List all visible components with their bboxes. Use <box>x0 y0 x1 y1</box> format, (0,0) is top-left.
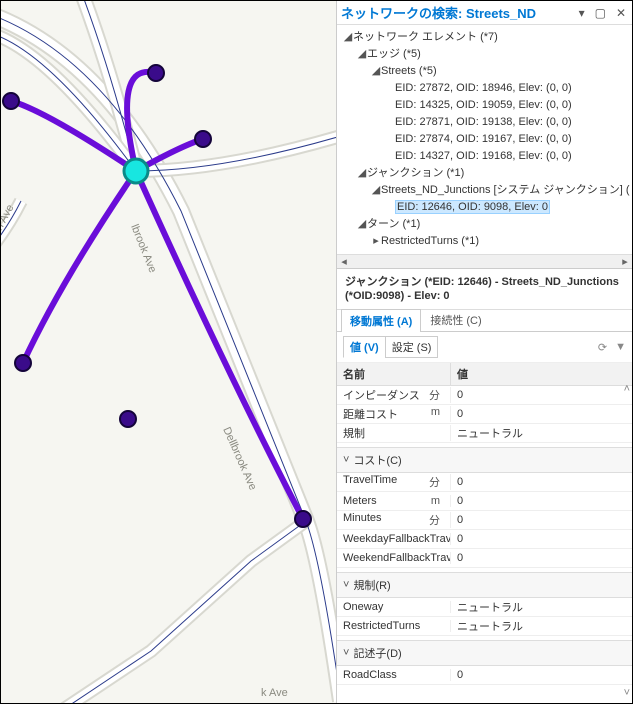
property-row[interactable]: RestrictedTurns ニュートラル <box>337 617 632 636</box>
tree-streets[interactable]: ◢Streets (*5) <box>343 63 632 80</box>
property-value[interactable]: ニュートラル <box>451 618 632 634</box>
col-header-value[interactable]: 値 <box>451 363 632 385</box>
panel-header: ネットワークの検索: Streets_ND ▾ ▢ ✕ <box>337 1 632 25</box>
subtab-settings[interactable]: 設定 (S) <box>385 336 439 358</box>
tree-junction-layer[interactable]: ◢Streets_ND_Junctions [システム ジャンクション] ( <box>343 182 632 199</box>
property-unit <box>440 669 444 681</box>
filter-icon[interactable]: ▼ <box>615 341 626 354</box>
network-elements-tree[interactable]: ◢ネットワーク エレメント (*7) ◢エッジ (*5) ◢Streets (*… <box>337 25 632 254</box>
property-unit: m <box>431 495 444 507</box>
property-row[interactable]: 規制 ニュートラル <box>337 424 632 443</box>
tree-street-row[interactable]: EID: 14325, OID: 19059, Elev: (0, 0) <box>343 97 632 114</box>
property-value[interactable]: 0 <box>451 552 632 564</box>
property-name: RestrictedTurns <box>343 620 420 632</box>
property-value[interactable]: ニュートラル <box>451 599 632 615</box>
chevron-down-icon: ˅ <box>343 579 349 591</box>
property-name: 規制 <box>343 425 365 441</box>
property-value[interactable]: 0 <box>451 669 632 681</box>
property-value[interactable]: 0 <box>451 514 632 526</box>
property-unit: 分 <box>429 474 444 490</box>
property-row[interactable]: Meters m0 <box>337 492 632 511</box>
property-group-header[interactable]: ˅記述子(D) <box>337 640 632 666</box>
properties-grid[interactable]: ˄ 名前 値 インピーダンス分0距離コストm0規制ニュートラル˅コスト(C)Tr… <box>337 363 632 703</box>
property-value[interactable]: 0 <box>451 408 632 420</box>
panel-title: ネットワークの検索: Streets_ND <box>341 3 577 22</box>
tree-root[interactable]: ◢ネットワーク エレメント (*7) <box>343 29 632 46</box>
map-canvas[interactable]: lbrook Ave Dellbrook Ave n Ave k Ave <box>1 1 336 703</box>
property-unit <box>440 601 444 613</box>
property-name: Minutes <box>343 512 382 528</box>
property-name: TravelTime <box>343 474 397 490</box>
scroll-up-icon[interactable]: ˄ <box>624 383 630 395</box>
property-unit: 分 <box>429 387 444 403</box>
property-row[interactable]: インピーダンス分0 <box>337 386 632 405</box>
chevron-down-icon: ˅ <box>343 454 349 466</box>
property-group-header[interactable]: ˅コスト(C) <box>337 447 632 473</box>
tab-attributes[interactable]: 移動属性 (A) <box>341 309 421 332</box>
street-label: k Ave <box>261 687 288 699</box>
tree-turns-group[interactable]: ◢ターン (*1) <box>343 216 632 233</box>
property-group-header[interactable]: ˅規制(R) <box>337 572 632 598</box>
map-svg: lbrook Ave Dellbrook Ave n Ave k Ave <box>1 1 336 703</box>
property-value[interactable]: 0 <box>451 495 632 507</box>
tree-street-row[interactable]: EID: 27872, OID: 18946, Elev: (0, 0) <box>343 80 632 97</box>
close-icon[interactable]: ✕ <box>614 6 628 20</box>
refresh-icon[interactable]: ⟳ <box>598 341 607 354</box>
property-value[interactable]: 0 <box>451 476 632 488</box>
property-row[interactable]: TravelTime 分0 <box>337 473 632 492</box>
property-value[interactable]: ニュートラル <box>451 425 632 441</box>
street-label: Dellbrook Ave <box>220 425 258 492</box>
tree-street-row[interactable]: EID: 27871, OID: 19138, Elev: (0, 0) <box>343 114 632 131</box>
tree-junction-row-selected[interactable]: EID: 12646, OID: 9098, Elev: 0 <box>343 199 632 216</box>
subtab-values[interactable]: 値 (V) <box>343 336 386 358</box>
property-unit <box>440 425 444 441</box>
tree-street-row[interactable]: EID: 14327, OID: 19168, Elev: (0, 0) <box>343 148 632 165</box>
scroll-down-icon[interactable]: ˅ <box>624 687 630 699</box>
dropdown-icon[interactable]: ▾ <box>577 6 587 20</box>
property-row[interactable]: 距離コスト m0 <box>337 405 632 424</box>
property-name: インピーダンス <box>343 387 420 403</box>
property-row[interactable]: Minutes 分0 <box>337 511 632 530</box>
detail-tabs: 移動属性 (A) 接続性 (C) <box>337 310 632 332</box>
tree-turns-layer[interactable]: ▸RestrictedTurns (*1) <box>343 233 632 250</box>
col-header-name[interactable]: 名前 <box>337 363 451 385</box>
property-unit: m <box>431 406 444 422</box>
property-value[interactable]: 0 <box>451 533 632 545</box>
tab-connectivity[interactable]: 接続性 (C) <box>421 308 490 331</box>
property-name: RoadClass <box>343 669 397 681</box>
street-label: lbrook Ave <box>128 223 158 275</box>
property-row[interactable]: RoadClass 0 <box>337 666 632 685</box>
chevron-down-icon: ˅ <box>343 647 349 659</box>
tree-junctions-group[interactable]: ◢ジャンクション (*1) <box>343 165 632 182</box>
property-row[interactable]: WeekendFallbackTravelT0 <box>337 549 632 568</box>
tree-street-row[interactable]: EID: 27874, OID: 19167, Elev: (0, 0) <box>343 131 632 148</box>
property-row[interactable]: WeekdayFallbackTravelT0 <box>337 530 632 549</box>
scroll-right-icon[interactable]: ▸ <box>618 255 632 268</box>
scroll-left-icon[interactable]: ◂ <box>337 255 351 268</box>
property-value[interactable]: 0 <box>451 389 632 401</box>
property-row[interactable]: Oneway ニュートラル <box>337 598 632 617</box>
property-unit <box>440 620 444 632</box>
property-name: WeekdayFallbackTravelT <box>343 533 451 545</box>
property-name: 距離コスト <box>343 406 398 422</box>
property-name: WeekendFallbackTravelT <box>343 552 451 564</box>
horizontal-scrollbar[interactable]: ◂ ▸ <box>337 254 632 268</box>
restore-icon[interactable]: ▢ <box>593 6 608 20</box>
property-name: Oneway <box>343 601 383 613</box>
property-unit: 分 <box>429 512 444 528</box>
property-name: Meters <box>343 495 377 507</box>
tree-edges-group[interactable]: ◢エッジ (*5) <box>343 46 632 63</box>
detail-header: ジャンクション (*EID: 12646) - Streets_ND_Junct… <box>337 269 632 310</box>
